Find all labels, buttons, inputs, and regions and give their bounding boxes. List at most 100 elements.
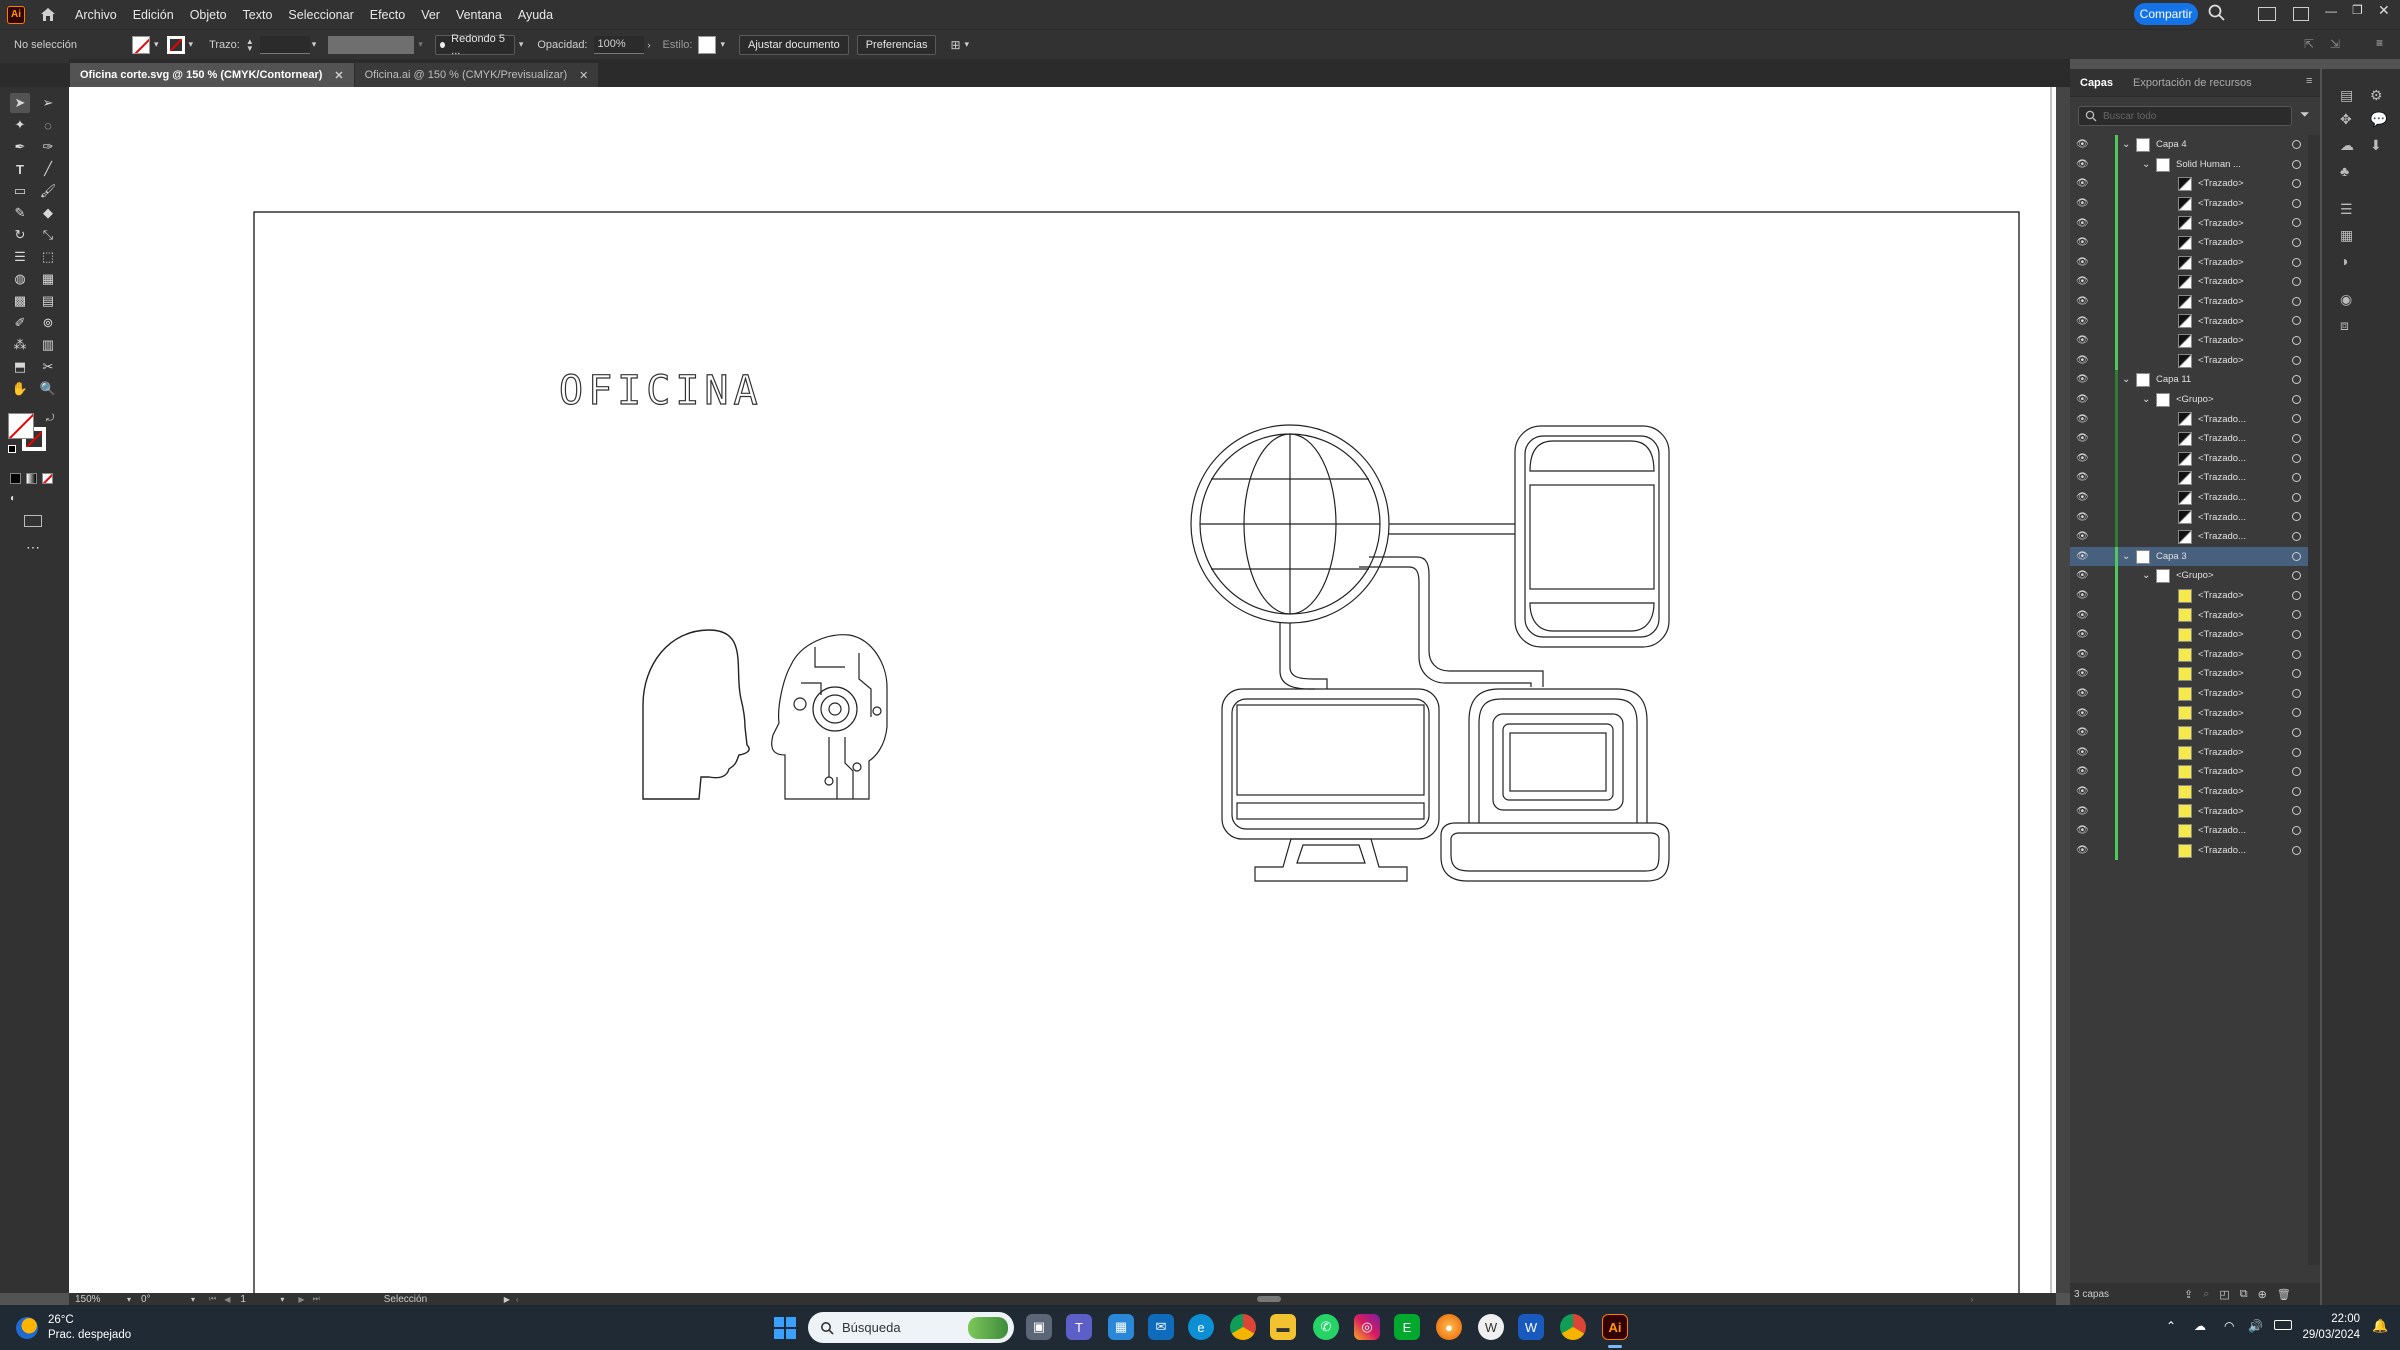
visibility-eye-icon[interactable]: 👁 — [2076, 806, 2090, 817]
mail-icon[interactable]: ✉ — [1148, 1314, 1174, 1340]
visibility-eye-icon[interactable]: 👁 — [2076, 159, 2090, 170]
word-icon[interactable]: W — [1518, 1314, 1544, 1340]
path-row[interactable]: 👁 <Trazado> — [2070, 762, 2320, 782]
path-row[interactable]: 👁 <Trazado> — [2070, 781, 2320, 802]
visibility-eye-icon[interactable]: 👁 — [2076, 629, 2090, 640]
path-row[interactable]: 👁 <Trazado> — [2070, 723, 2320, 743]
paintbrush-tool-icon[interactable]: 🖌 — [38, 181, 58, 201]
target-circle-icon[interactable] — [2292, 551, 2301, 561]
tab-asset-export[interactable]: Exportación de recursos — [2123, 69, 2262, 97]
target-circle-icon[interactable] — [2292, 238, 2301, 247]
whatsapp-icon[interactable]: ✆ — [1313, 1314, 1339, 1340]
chevron-down-icon[interactable]: ⌄ — [2122, 551, 2130, 562]
panel-scrollbar[interactable] — [2308, 135, 2320, 1265]
target-circle-icon[interactable] — [2292, 277, 2301, 287]
target-circle-icon[interactable] — [2292, 532, 2301, 541]
chrome-icon[interactable] — [1230, 1314, 1256, 1340]
tab-layers[interactable]: Capas — [2070, 69, 2123, 97]
target-circle-icon[interactable] — [2292, 453, 2301, 463]
close-window-button[interactable]: ✕ — [2378, 2, 2390, 19]
path-row[interactable]: 👁 <Trazado... — [2070, 507, 2320, 527]
first-artboard-icon[interactable]: ⏮ — [209, 1294, 216, 1304]
edge-icon[interactable]: e — [1188, 1314, 1214, 1340]
last-artboard-icon[interactable]: ⏭ — [313, 1294, 320, 1304]
home-icon[interactable] — [39, 6, 57, 24]
menu-item[interactable]: Edición — [125, 8, 182, 22]
chevron-right-icon[interactable]: › — [648, 40, 651, 50]
path-row[interactable]: 👁 <Trazado> — [2070, 331, 2320, 351]
collapse-icon[interactable]: ⇲ — [2330, 37, 2340, 51]
layer-row[interactable]: 👁 ⌄ Capa 11 — [2070, 370, 2320, 390]
selection-tool-icon[interactable]: ➤ — [10, 93, 30, 113]
align-icon[interactable]: ⊞ — [950, 38, 960, 52]
visibility-eye-icon[interactable]: 👁 — [2076, 198, 2090, 209]
onedrive-icon[interactable]: ☁ — [2194, 1319, 2206, 1333]
none-mode-icon[interactable] — [42, 473, 53, 484]
path-row[interactable]: 👁 <Trazado... — [2070, 840, 2320, 861]
target-circle-icon[interactable] — [2292, 434, 2301, 443]
menu-item[interactable]: Objeto — [182, 8, 235, 22]
graphic-styles-panel-icon[interactable]: ⧈ — [2340, 317, 2349, 334]
visibility-eye-icon[interactable]: 👁 — [2076, 668, 2090, 679]
target-circle-icon[interactable] — [2292, 512, 2301, 522]
target-circle-icon[interactable] — [2292, 649, 2301, 659]
path-row[interactable]: 👁 <Trazado> — [2070, 252, 2320, 273]
clock[interactable]: 22:00 29/03/2024 — [2296, 1311, 2360, 1343]
menu-item[interactable]: Texto — [235, 8, 281, 22]
path-row[interactable]: 👁 <Trazado> — [2070, 644, 2320, 665]
search-icon[interactable] — [2208, 4, 2228, 24]
graph-tool-icon[interactable]: ▥ — [38, 335, 58, 355]
stroke-panel-icon[interactable]: ☰ — [2340, 201, 2353, 218]
chevron-down-icon[interactable]: ▾ — [280, 1295, 284, 1304]
visibility-eye-icon[interactable]: 👁 — [2076, 257, 2090, 268]
visibility-eye-icon[interactable]: 👁 — [2076, 708, 2090, 719]
filter-icon[interactable]: ⏷ — [2300, 107, 2310, 122]
chevron-down-icon[interactable]: ▾ — [191, 1295, 195, 1304]
firefox-icon[interactable]: ● — [1436, 1314, 1462, 1340]
pen-tool-icon[interactable]: ✒ — [10, 137, 30, 157]
target-circle-icon[interactable] — [2292, 610, 2301, 620]
shaper-tool-icon[interactable]: ✎ — [10, 203, 30, 223]
weather-widget[interactable]: 26°C Prac. despejado — [16, 1313, 131, 1343]
path-row[interactable]: 👁 <Trazado... — [2070, 468, 2320, 488]
libraries-icon[interactable]: ☁ — [2340, 137, 2354, 154]
chevron-down-icon[interactable]: ▾ — [965, 39, 970, 50]
libraries-panel-icon[interactable]: ⚙ — [2370, 87, 2383, 104]
target-circle-icon[interactable] — [2292, 630, 2301, 639]
target-circle-icon[interactable] — [2292, 845, 2301, 855]
visibility-eye-icon[interactable]: 👁 — [2076, 845, 2090, 856]
rectangle-tool-icon[interactable]: ▭ — [10, 181, 30, 201]
path-row[interactable]: 👁 <Trazado... — [2070, 487, 2320, 508]
layer-row[interactable]: 👁 ⌄ Capa 3 — [2070, 546, 2320, 567]
rotate-tool-icon[interactable]: ↻ — [10, 225, 30, 245]
shape-builder-tool-icon[interactable]: ◍ — [10, 269, 30, 289]
visibility-eye-icon[interactable]: 👁 — [2076, 590, 2090, 601]
path-row[interactable]: 👁 <Trazado> — [2070, 605, 2320, 625]
delete-layer-icon[interactable]: 🗑 — [2277, 1288, 2291, 1301]
visibility-eye-icon[interactable]: 👁 — [2076, 335, 2090, 346]
zoom-select[interactable]: 150% — [75, 1294, 127, 1305]
clipping-mask-icon[interactable]: ◰ — [2219, 1288, 2229, 1301]
layer-row[interactable]: 👁 ⌄ Capa 4 — [2070, 135, 2320, 155]
chevron-down-icon[interactable]: ▾ — [154, 39, 159, 50]
visibility-eye-icon[interactable]: 👁 — [2076, 492, 2090, 503]
visibility-eye-icon[interactable]: 👁 — [2076, 688, 2090, 699]
start-button[interactable] — [774, 1317, 796, 1339]
target-circle-icon[interactable] — [2292, 218, 2301, 228]
path-row[interactable]: 👁 <Trazado> — [2070, 703, 2320, 723]
perspective-grid-tool-icon[interactable]: ▦ — [38, 269, 58, 289]
chevron-down-icon[interactable]: ⌄ — [2142, 159, 2150, 170]
properties-panel-icon[interactable]: ▤ — [2340, 87, 2353, 104]
visibility-eye-icon[interactable]: 👁 — [2076, 237, 2090, 248]
visibility-eye-icon[interactable]: 👁 — [2076, 218, 2090, 229]
eraser-tool-icon[interactable]: ◆ — [38, 203, 58, 223]
path-row[interactable]: 👁 <Trazado> — [2070, 233, 2320, 253]
variable-width-profile[interactable] — [328, 35, 415, 54]
target-circle-icon[interactable] — [2292, 708, 2301, 718]
chevron-down-icon[interactable]: ▾ — [127, 1295, 131, 1304]
file-explorer-icon[interactable]: ▬ — [1270, 1314, 1296, 1340]
path-row[interactable]: 👁 <Trazado... — [2070, 409, 2320, 429]
path-row[interactable]: 👁 <Trazado... — [2070, 527, 2320, 547]
visibility-eye-icon[interactable]: 👁 — [2076, 512, 2090, 523]
opacity-input[interactable]: 100% — [593, 35, 644, 54]
